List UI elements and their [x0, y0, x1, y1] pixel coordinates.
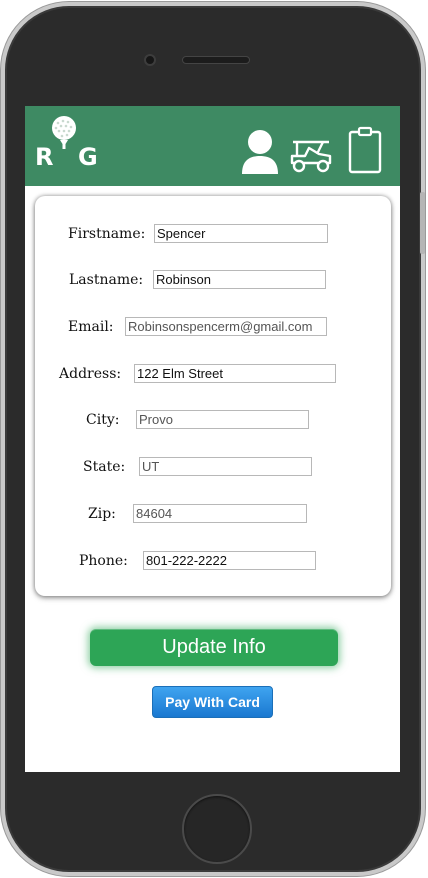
- logo-letter-left: R: [35, 143, 54, 171]
- clipboard-icon[interactable]: [348, 126, 382, 174]
- zip-row: Zip:: [35, 504, 391, 526]
- user-icon[interactable]: [240, 128, 280, 176]
- address-field[interactable]: [134, 364, 336, 383]
- city-row: City:: [35, 410, 391, 432]
- golf-cart-icon[interactable]: [289, 136, 333, 174]
- lastname-label: Lastname:: [69, 272, 144, 288]
- phone-label: Phone:: [79, 553, 128, 569]
- address-label: Address:: [59, 366, 122, 382]
- firstname-row: Firstname:: [35, 224, 391, 246]
- update-info-button[interactable]: Update Info: [90, 629, 338, 666]
- logo-letter-right: G: [78, 143, 98, 171]
- city-label: City:: [86, 412, 120, 428]
- firstname-label: Firstname:: [68, 226, 146, 242]
- email-label: Email:: [68, 319, 114, 335]
- profile-form-card: Firstname: Lastname: Email: Address: Cit…: [35, 196, 391, 596]
- pay-with-card-button[interactable]: Pay With Card: [152, 686, 273, 718]
- zip-field[interactable]: [133, 504, 307, 523]
- lastname-row: Lastname:: [35, 270, 391, 292]
- app-screen: R G Firstname: Lastname: [25, 106, 400, 772]
- home-button[interactable]: [182, 794, 252, 864]
- top-bar: R G: [25, 106, 400, 186]
- state-label: State:: [83, 459, 126, 475]
- state-row: State:: [35, 457, 391, 479]
- email-field[interactable]: [125, 317, 327, 336]
- state-field[interactable]: [139, 457, 312, 476]
- phone-row: Phone:: [35, 551, 391, 573]
- address-row: Address:: [35, 364, 391, 386]
- email-row: Email:: [35, 317, 391, 339]
- side-button: [420, 192, 425, 254]
- phone-field[interactable]: [143, 551, 316, 570]
- city-field[interactable]: [136, 410, 309, 429]
- camera-icon: [144, 54, 156, 66]
- speaker-grille: [182, 56, 250, 64]
- app-logo[interactable]: R G: [35, 115, 99, 175]
- zip-label: Zip:: [88, 506, 116, 522]
- firstname-field[interactable]: [154, 224, 328, 243]
- lastname-field[interactable]: [153, 270, 326, 289]
